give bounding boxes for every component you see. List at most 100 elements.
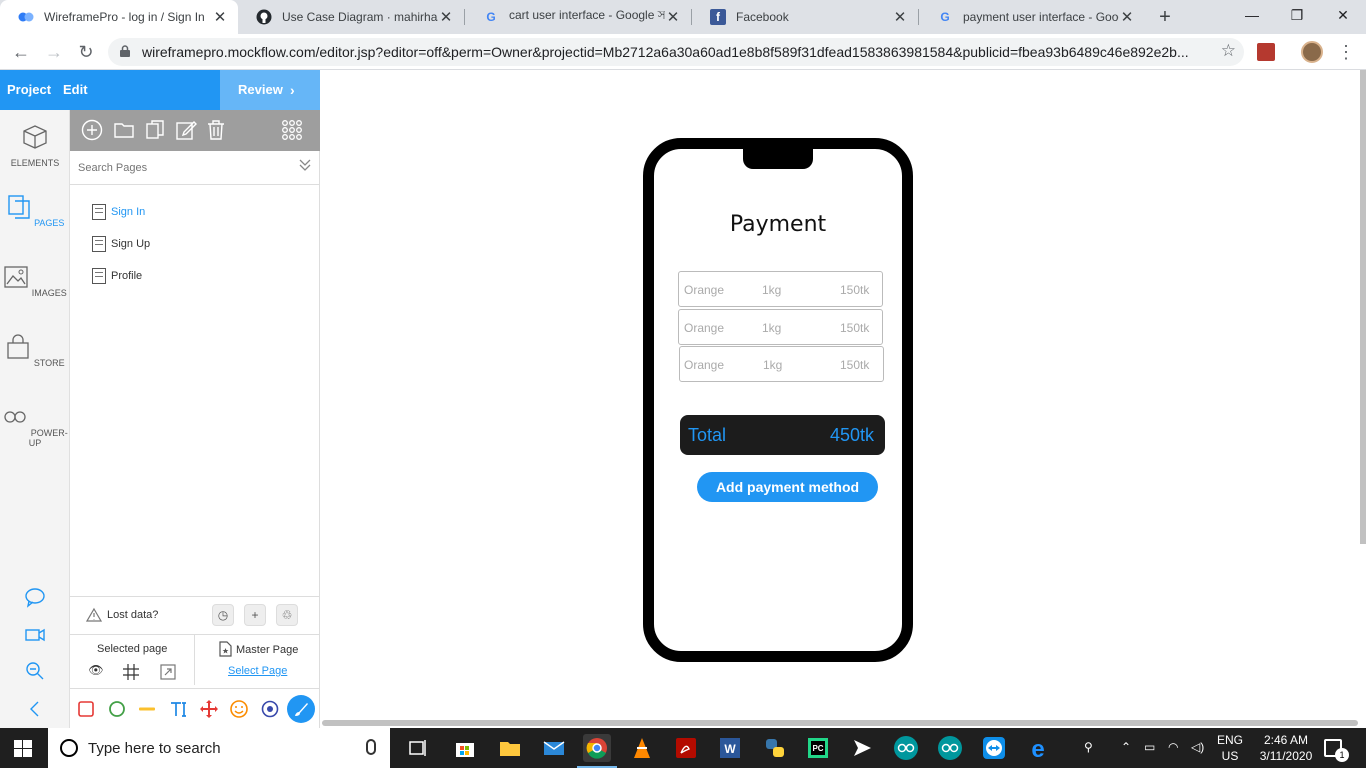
add-icon[interactable]: +: [244, 604, 266, 626]
emoji-tool-icon[interactable]: [229, 699, 249, 719]
target-tool-icon[interactable]: [260, 699, 280, 719]
rail-power-up[interactable]: POWER-UP: [0, 404, 70, 448]
total-bar: Total 450tk: [680, 415, 885, 455]
wifi-icon[interactable]: ◠: [1168, 740, 1178, 754]
back-button[interactable]: ←: [8, 39, 34, 65]
menu-edit[interactable]: Edit: [63, 82, 88, 97]
mail-icon[interactable]: [540, 734, 568, 762]
task-view-icon[interactable]: [404, 734, 432, 762]
pdf-extension-icon[interactable]: [1257, 43, 1275, 61]
edge-icon[interactable]: e: [1024, 734, 1052, 762]
history-icon[interactable]: ◷: [212, 604, 234, 626]
arduino-icon[interactable]: [936, 734, 964, 762]
profile-avatar[interactable]: [1301, 41, 1323, 63]
taskbar-search-placeholder: Type here to search: [88, 740, 221, 757]
close-icon[interactable]: ✕: [438, 8, 454, 26]
maximize-button[interactable]: ❐: [1274, 0, 1320, 30]
pycharm-icon[interactable]: PC: [804, 734, 832, 762]
duplicate-icon[interactable]: [144, 119, 166, 141]
rail-images[interactable]: IMAGES: [0, 264, 70, 298]
resize-icon[interactable]: [159, 663, 177, 681]
reload-button[interactable]: ↻: [73, 39, 99, 65]
word-icon[interactable]: W: [716, 734, 744, 762]
system-clock[interactable]: 2:46 AM 3/11/2020: [1256, 732, 1316, 764]
folder-icon[interactable]: [113, 119, 135, 141]
tab-cart-search[interactable]: G cart user interface - Google সা ✕: [465, 0, 691, 34]
selected-page-label: Selected page: [97, 643, 168, 655]
language-indicator[interactable]: ENG US: [1212, 732, 1248, 764]
vertical-scrollbar[interactable]: [1360, 70, 1366, 544]
circle-tool-icon[interactable]: [107, 699, 127, 719]
svg-text:W: W: [724, 742, 736, 756]
brush-tool-icon[interactable]: [287, 695, 315, 723]
tab-wireframepro[interactable]: WireframePro - log in / Sign In ✕: [0, 0, 238, 34]
chrome-app-icon[interactable]: [583, 734, 611, 762]
text-tool-icon[interactable]: [169, 699, 189, 719]
forward-button[interactable]: →: [41, 39, 67, 65]
close-icon[interactable]: ✕: [212, 8, 228, 26]
tab-title: Facebook: [736, 10, 789, 24]
lost-data-bar: Lost data? ◷ + ♲: [70, 596, 320, 634]
rail-elements[interactable]: ELEMENTS: [0, 124, 70, 168]
page-item-sign-up[interactable]: Sign Up: [92, 234, 150, 254]
horizontal-scrollbar[interactable]: [322, 720, 1358, 726]
video-icon[interactable]: [24, 624, 46, 646]
tab-payment-search[interactable]: G payment user interface - Goog ✕: [919, 0, 1145, 34]
taskbar-search[interactable]: Type here to search: [48, 728, 390, 768]
python-icon[interactable]: [761, 734, 789, 762]
new-tab-button[interactable]: +: [1153, 5, 1177, 29]
microphone-icon[interactable]: [366, 739, 376, 755]
page-item-profile[interactable]: Profile: [92, 266, 142, 286]
lost-data-link[interactable]: Lost data?: [107, 609, 158, 621]
close-icon[interactable]: ✕: [892, 8, 908, 26]
window-close-button[interactable]: ✕: [1320, 0, 1366, 30]
select-page-link[interactable]: Select Page: [228, 665, 287, 677]
chat-icon[interactable]: [24, 586, 46, 608]
chrome-menu-icon[interactable]: ⋮: [1336, 40, 1356, 64]
move-tool-icon[interactable]: [199, 699, 219, 719]
grid-icon[interactable]: [122, 663, 140, 681]
cart-item-row[interactable]: Orange 1kg 150tk: [678, 271, 883, 307]
acrobat-icon[interactable]: [672, 734, 700, 762]
media-app-icon[interactable]: [848, 734, 876, 762]
page-item-sign-in[interactable]: Sign In: [92, 202, 145, 222]
rail-pages[interactable]: PAGES: [0, 194, 70, 228]
tab-github[interactable]: Use Case Diagram · mahirhasa ✕: [238, 0, 464, 34]
page-icon: [92, 236, 106, 252]
bookmark-star-icon[interactable]: ☆: [1221, 41, 1236, 61]
language-code: ENG: [1216, 733, 1243, 747]
eye-icon[interactable]: 👁: [87, 663, 105, 681]
grid-menu-icon[interactable]: [281, 119, 303, 141]
menu-project[interactable]: Project: [7, 82, 51, 97]
battery-icon[interactable]: ▭: [1144, 740, 1155, 754]
add-page-icon[interactable]: [81, 119, 103, 141]
people-icon[interactable]: ⚲: [1084, 740, 1093, 754]
add-payment-method-button[interactable]: Add payment method: [697, 472, 878, 502]
tray-chevron-up-icon[interactable]: ⌃: [1121, 740, 1131, 754]
rail-store[interactable]: STORE: [0, 334, 70, 368]
rectangle-tool-icon[interactable]: [76, 699, 96, 719]
close-icon[interactable]: ✕: [1119, 8, 1135, 26]
trash-icon[interactable]: [205, 119, 227, 141]
vlc-icon[interactable]: [628, 734, 656, 762]
volume-icon[interactable]: ◁): [1191, 740, 1204, 754]
minimize-button[interactable]: —: [1229, 0, 1275, 30]
double-chevron-down-icon[interactable]: [298, 158, 312, 172]
store-app-icon[interactable]: [451, 734, 479, 762]
collapse-chevron-icon[interactable]: [24, 698, 46, 720]
address-bar[interactable]: wireframepro.mockflow.com/editor.jsp?edi…: [108, 38, 1244, 66]
close-icon[interactable]: ✕: [665, 8, 681, 26]
teamviewer-icon[interactable]: [980, 734, 1008, 762]
edit-icon[interactable]: [175, 119, 197, 141]
cart-item-row[interactable]: Orange 1kg 150tk: [679, 346, 884, 382]
search-pages-input[interactable]: [78, 159, 278, 177]
zoom-icon[interactable]: [24, 660, 46, 682]
line-tool-icon[interactable]: [137, 699, 157, 719]
review-button[interactable]: Review ›: [220, 70, 320, 110]
recycle-icon[interactable]: ♲: [276, 604, 298, 626]
cart-item-row[interactable]: Orange 1kg 150tk: [678, 309, 883, 345]
windows-start-icon[interactable]: [14, 740, 32, 757]
file-explorer-icon[interactable]: [496, 734, 524, 762]
tab-facebook[interactable]: f Facebook ✕: [692, 0, 918, 34]
arduino-icon[interactable]: [892, 734, 920, 762]
